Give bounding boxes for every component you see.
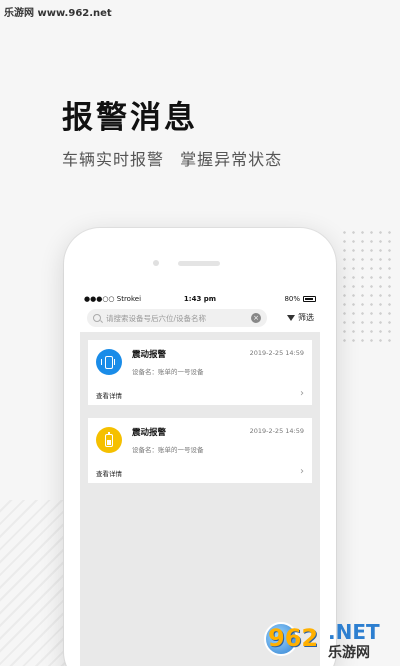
search-input[interactable]: 请搜索设备号后六位/设备名称 × xyxy=(87,309,267,327)
hero-title: 报警消息 xyxy=(62,100,198,136)
alert-device: 设备名：账单的一号设备 xyxy=(132,446,204,454)
alert-time: 2019-2-25 14:59 xyxy=(249,427,304,435)
view-details-link[interactable]: 查看详情 xyxy=(96,468,122,478)
phone-screen: ●●●○○ Strokei 1:43 pm 80% 请搜索设备号后六位/设备名称… xyxy=(80,292,320,666)
phone-frame: ●●●○○ Strokei 1:43 pm 80% 请搜索设备号后六位/设备名称… xyxy=(64,228,336,666)
speaker-grille xyxy=(178,261,220,266)
alert-time: 2019-2-25 14:59 xyxy=(249,349,304,357)
chevron-right-icon[interactable]: › xyxy=(300,388,304,399)
battery-alert-icon xyxy=(96,427,122,453)
clear-icon[interactable]: × xyxy=(251,313,261,323)
search-icon xyxy=(93,314,101,322)
camera-icon xyxy=(153,260,159,266)
vibration-icon xyxy=(96,349,122,375)
search-placeholder: 请搜索设备号后六位/设备名称 xyxy=(106,313,207,323)
filter-icon xyxy=(287,314,295,321)
watermark-logo: 962 .NET 乐游网 xyxy=(264,616,394,664)
hero-subtitle: 车辆实时报警 掌握异常状态 xyxy=(62,150,283,169)
chevron-right-icon[interactable]: › xyxy=(300,466,304,477)
filter-label: 筛选 xyxy=(298,313,314,322)
watermark-site: 乐游网 xyxy=(328,645,370,661)
alert-device: 设备名：账单的一号设备 xyxy=(132,368,204,376)
battery-icon xyxy=(303,296,316,302)
filter-button[interactable]: 筛选 xyxy=(287,312,314,323)
watermark-net: .NET xyxy=(328,620,380,644)
status-right: 80% xyxy=(284,295,316,303)
view-details-link[interactable]: 查看详情 xyxy=(96,390,122,400)
alert-card[interactable]: 震动报警 2019-2-25 14:59 设备名：账单的一号设备 查看详情 › xyxy=(88,418,312,483)
alert-title: 震动报警 xyxy=(132,428,167,438)
status-bar: ●●●○○ Strokei 1:43 pm 80% xyxy=(80,292,320,306)
watermark-top: 乐游网 www.962.net xyxy=(4,8,112,19)
status-battery-text: 80% xyxy=(284,295,300,303)
search-row: 请搜索设备号后六位/设备名称 × 筛选 xyxy=(80,306,320,332)
alert-card[interactable]: 震动报警 2019-2-25 14:59 设备名：账单的一号设备 查看详情 › xyxy=(88,340,312,405)
decorative-dots xyxy=(340,228,396,348)
watermark-number: 962 xyxy=(268,624,319,652)
alert-title: 震动报警 xyxy=(132,350,167,360)
